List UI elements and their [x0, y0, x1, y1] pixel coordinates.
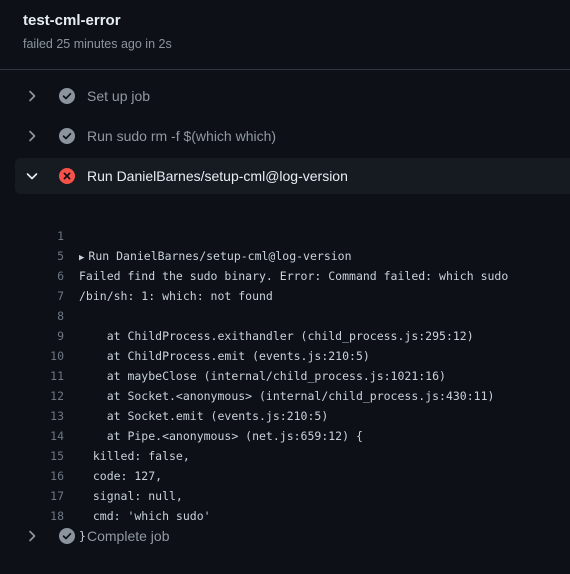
- log-line[interactable]: 1 ▶ Run DanielBarnes/setup-cml@log-versio…: [0, 206, 570, 263]
- step-complete-job[interactable]: Complete job: [15, 518, 570, 554]
- chevron-right-icon[interactable]: [24, 128, 40, 144]
- success-check-icon: [59, 528, 75, 544]
- success-check-icon: [59, 128, 75, 144]
- step-run-sudo-rm[interactable]: Run sudo rm -f $(which which): [15, 118, 570, 154]
- log-line: 7: [0, 266, 570, 303]
- log-line: 18 }: [0, 486, 570, 543]
- failure-x-icon: [59, 168, 75, 184]
- success-check-icon: [59, 88, 75, 104]
- log-line: 17 cmd: 'which sudo': [0, 466, 570, 523]
- log-line: 10 at maybeClose (internal/child_process…: [0, 326, 570, 383]
- log-line: 15 code: 127,: [0, 426, 570, 483]
- step-label: Complete job: [87, 528, 170, 544]
- log-line: 16 signal: null,: [0, 446, 570, 503]
- chevron-right-icon[interactable]: [24, 88, 40, 104]
- job-header: test-cml-error failed 25 minutes ago in …: [23, 12, 172, 52]
- job-title: test-cml-error: [23, 12, 121, 29]
- step-label: Run sudo rm -f $(which which): [87, 128, 277, 144]
- log-line: 8 at ChildProcess.exithandler (child_pro…: [0, 286, 570, 343]
- log-line: 6 /bin/sh: 1: which: not found: [0, 246, 570, 303]
- step-run-setup-cml[interactable]: Run DanielBarnes/setup-cml@log-version: [15, 158, 570, 194]
- header-divider: [0, 69, 570, 70]
- log-line: 12 at Socket.emit (events.js:210:5): [0, 366, 570, 423]
- log-line: 5 Failed find the sudo binary. Error: Co…: [0, 226, 570, 283]
- log-line: 11 at Socket.<anonymous> (internal/child…: [0, 346, 570, 403]
- chevron-right-icon[interactable]: [24, 528, 40, 544]
- step-set-up-job[interactable]: Set up job: [15, 78, 570, 114]
- chevron-down-icon[interactable]: [24, 168, 40, 184]
- step-label: Run DanielBarnes/setup-cml@log-version: [87, 168, 348, 184]
- log-line: 13 at Pipe.<anonymous> (net.js:659:12) {: [0, 386, 570, 443]
- log-line: 9 at ChildProcess.emit (events.js:210:5): [0, 306, 570, 363]
- step-log-output: 1 ▶ Run DanielBarnes/setup-cml@log-versio…: [0, 206, 570, 543]
- step-label: Set up job: [87, 88, 151, 104]
- log-line: 14 killed: false,: [0, 406, 570, 463]
- job-status-subtitle: failed 25 minutes ago in 2s: [23, 37, 172, 51]
